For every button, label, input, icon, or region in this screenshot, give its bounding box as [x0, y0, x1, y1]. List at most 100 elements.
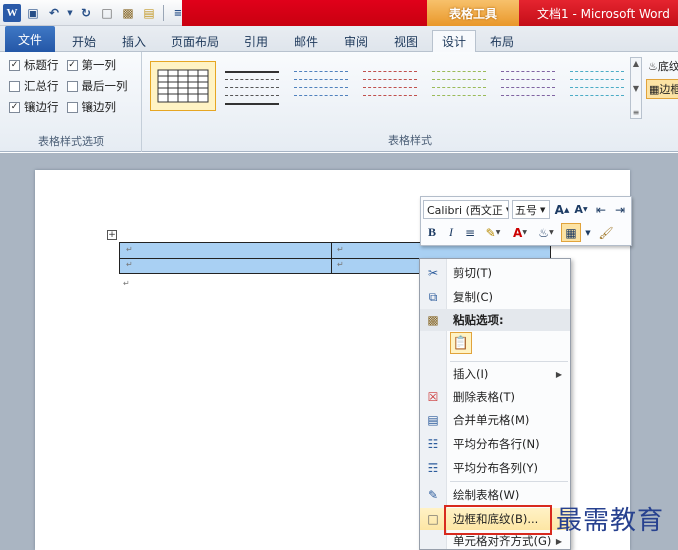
style-preview [157, 69, 209, 103]
shading-label: 底纹 [657, 60, 678, 73]
table-tools-label: 表格工具 [427, 0, 519, 26]
highlight-annotation-box [444, 505, 552, 535]
highlight-icon[interactable]: ✎ ▼ [482, 223, 504, 242]
table-style-aqua[interactable] [564, 61, 630, 111]
paste-icon: 📋 [452, 335, 470, 351]
menu-item-label: 剪切(T) [453, 266, 492, 280]
checkbox-banded-rows[interactable]: ✓ [9, 101, 20, 113]
decrease-indent-icon[interactable]: ⇤ [592, 200, 610, 219]
menu-item-delete-table[interactable]: ☒ 删除表格(T) [420, 386, 570, 408]
mini-toolbar: Calibri (西文正▼ 五号▼ A▲ A▼ ⇤ ⇥ B I ≡ ✎▼ A▼ … [420, 196, 632, 246]
cell-mark: ↵ [126, 245, 133, 254]
ribbon-tabs: 文件 开始 插入 页面布局 引用 邮件 审阅 视图 设计 布局 [0, 26, 678, 52]
menu-item-insert[interactable]: 插入(I) ▶ [420, 363, 570, 385]
menu-item-distribute-columns[interactable]: ☶ 平均分布各列(Y) [420, 457, 570, 479]
tab-mailings[interactable]: 邮件 [284, 30, 328, 52]
font-size-value: 五号 [515, 203, 537, 217]
font-color-icon[interactable]: A ▼ [509, 223, 531, 242]
tab-file[interactable]: 文件 [5, 26, 55, 52]
tab-view[interactable]: 视图 [384, 30, 428, 52]
checkbox-header-row[interactable]: ✓ [9, 59, 20, 71]
italic-icon[interactable]: I [443, 223, 459, 242]
toolbar-divider [163, 5, 164, 21]
checkbox-banded-columns[interactable] [66, 101, 78, 113]
font-select[interactable]: Calibri (西文正▼ [423, 200, 509, 219]
group-label-table-styles: 表格样式 [388, 134, 432, 147]
shading-icon[interactable]: ♨ ▼ [535, 223, 557, 242]
ribbon: ✓ 标题行 ✓ 第一列 汇总行 最后一列 ✓ 镶边行 镶边列 表格样式选项 ▲ … [0, 52, 678, 152]
chevron-down-icon[interactable]: ▼ [66, 4, 74, 22]
tab-page-layout[interactable]: 页面布局 [162, 30, 228, 52]
chevron-down-icon[interactable]: ▼ [633, 84, 639, 93]
increase-indent-icon[interactable]: ⇥ [611, 200, 629, 219]
chevron-right-icon: ▶ [555, 536, 562, 546]
folder-icon[interactable]: ▤ [140, 4, 158, 22]
table-style-green[interactable] [426, 61, 492, 111]
window-title: 文档1 - Microsoft Word [519, 0, 678, 26]
tab-design[interactable]: 设计 [432, 30, 476, 52]
checkbox-row: 汇总行 最后一列 [9, 77, 136, 95]
shading-button[interactable]: ♨ 底纹 [648, 57, 678, 75]
tab-review[interactable]: 审阅 [334, 30, 378, 52]
menu-item-paste-options: ▩ 粘贴选项: [420, 309, 570, 331]
chevron-up-icon[interactable]: ▲ [633, 59, 639, 68]
copy-icon: ⧉ [428, 289, 438, 304]
distribute-columns-icon: ☶ [427, 461, 439, 475]
redo-icon[interactable]: ↻ [77, 4, 95, 22]
border-icon: ▦ [649, 82, 660, 96]
center-align-icon[interactable]: ≡ [462, 223, 478, 242]
paragraph-mark: ↵ [123, 279, 130, 288]
undo-icon[interactable]: ↶ [45, 4, 63, 22]
checkbox-label: 第一列 [81, 58, 117, 72]
shading-borders-group: ♨底纹 ▦边框 [646, 57, 678, 119]
paste-keep-formatting-button[interactable]: 📋 [450, 332, 472, 354]
checkbox-last-column[interactable] [66, 80, 78, 92]
tab-layout[interactable]: 布局 [480, 30, 524, 52]
checkbox-first-column[interactable]: ✓ [66, 59, 78, 71]
table-style-purple[interactable] [495, 61, 561, 111]
shrink-font-icon[interactable]: A ▼ [572, 200, 590, 219]
menu-item-cell-alignment[interactable]: 单元格对齐方式(G) ▶ [420, 533, 570, 549]
menu-item-label: 平均分布各行(N) [453, 437, 540, 451]
checkbox-label: 汇总行 [24, 79, 59, 93]
table-style-plain[interactable] [219, 61, 285, 111]
borders-icon[interactable]: ▦ [561, 223, 581, 242]
menu-item-cut[interactable]: ✂ 剪切(T) [420, 262, 570, 284]
grow-font-icon[interactable]: A ▲ [553, 200, 571, 219]
bold-icon[interactable]: B [424, 223, 440, 242]
menu-item-label: 插入(I) [453, 367, 489, 381]
tab-insert[interactable]: 插入 [112, 30, 156, 52]
checkbox-row: ✓ 镶边行 镶边列 [9, 98, 124, 116]
quick-access-toolbar: W ▣ ↶ ▼ ↻ □ ▩ ▤ ≡ [3, 3, 187, 23]
table-style-blue[interactable] [288, 61, 354, 111]
table-style-grid[interactable] [150, 61, 216, 111]
menu-item-label: 粘贴选项: [453, 313, 504, 327]
menu-item-merge-cells[interactable]: ▤ 合并单元格(M) [420, 409, 570, 431]
font-value: Calibri (西文正 [427, 203, 503, 217]
paint-bucket-icon: ♨ [648, 59, 658, 73]
paste-icon[interactable]: ▩ [119, 4, 137, 22]
chevron-down-icon[interactable]: ▼ [583, 223, 593, 242]
tab-references[interactable]: 引用 [234, 30, 278, 52]
menu-item-label: 单元格对齐方式(G) [453, 534, 552, 548]
checkbox-row: ✓ 标题行 ✓ 第一列 [9, 56, 124, 74]
table-style-red[interactable] [357, 61, 423, 111]
more-icon[interactable]: ≡ [633, 108, 640, 117]
borders-button[interactable]: ▦边框 [646, 79, 678, 99]
word-icon[interactable]: W [3, 4, 21, 22]
menu-separator [450, 481, 568, 482]
format-painter-icon[interactable]: 🖌 [597, 223, 615, 242]
save-icon[interactable]: ▣ [24, 4, 42, 22]
new-doc-icon[interactable]: □ [98, 4, 116, 22]
menu-item-copy[interactable]: ⧉ 复制(C) [420, 286, 570, 308]
tab-home[interactable]: 开始 [62, 30, 106, 52]
menu-item-distribute-rows[interactable]: ☷ 平均分布各行(N) [420, 433, 570, 455]
checkbox-total-row[interactable] [9, 80, 20, 92]
table-move-handle[interactable]: + [107, 230, 117, 240]
group-label-style-options: 表格样式选项 [38, 135, 104, 148]
checkbox-label: 最后一列 [81, 79, 128, 93]
font-size-select[interactable]: 五号 ▼ [512, 200, 550, 219]
menu-item-draw-table[interactable]: ✎ 绘制表格(W) [420, 484, 570, 506]
chevron-down-icon: ▼ [506, 206, 508, 214]
gallery-scroll[interactable]: ▲ ▼ ≡ [630, 57, 642, 119]
